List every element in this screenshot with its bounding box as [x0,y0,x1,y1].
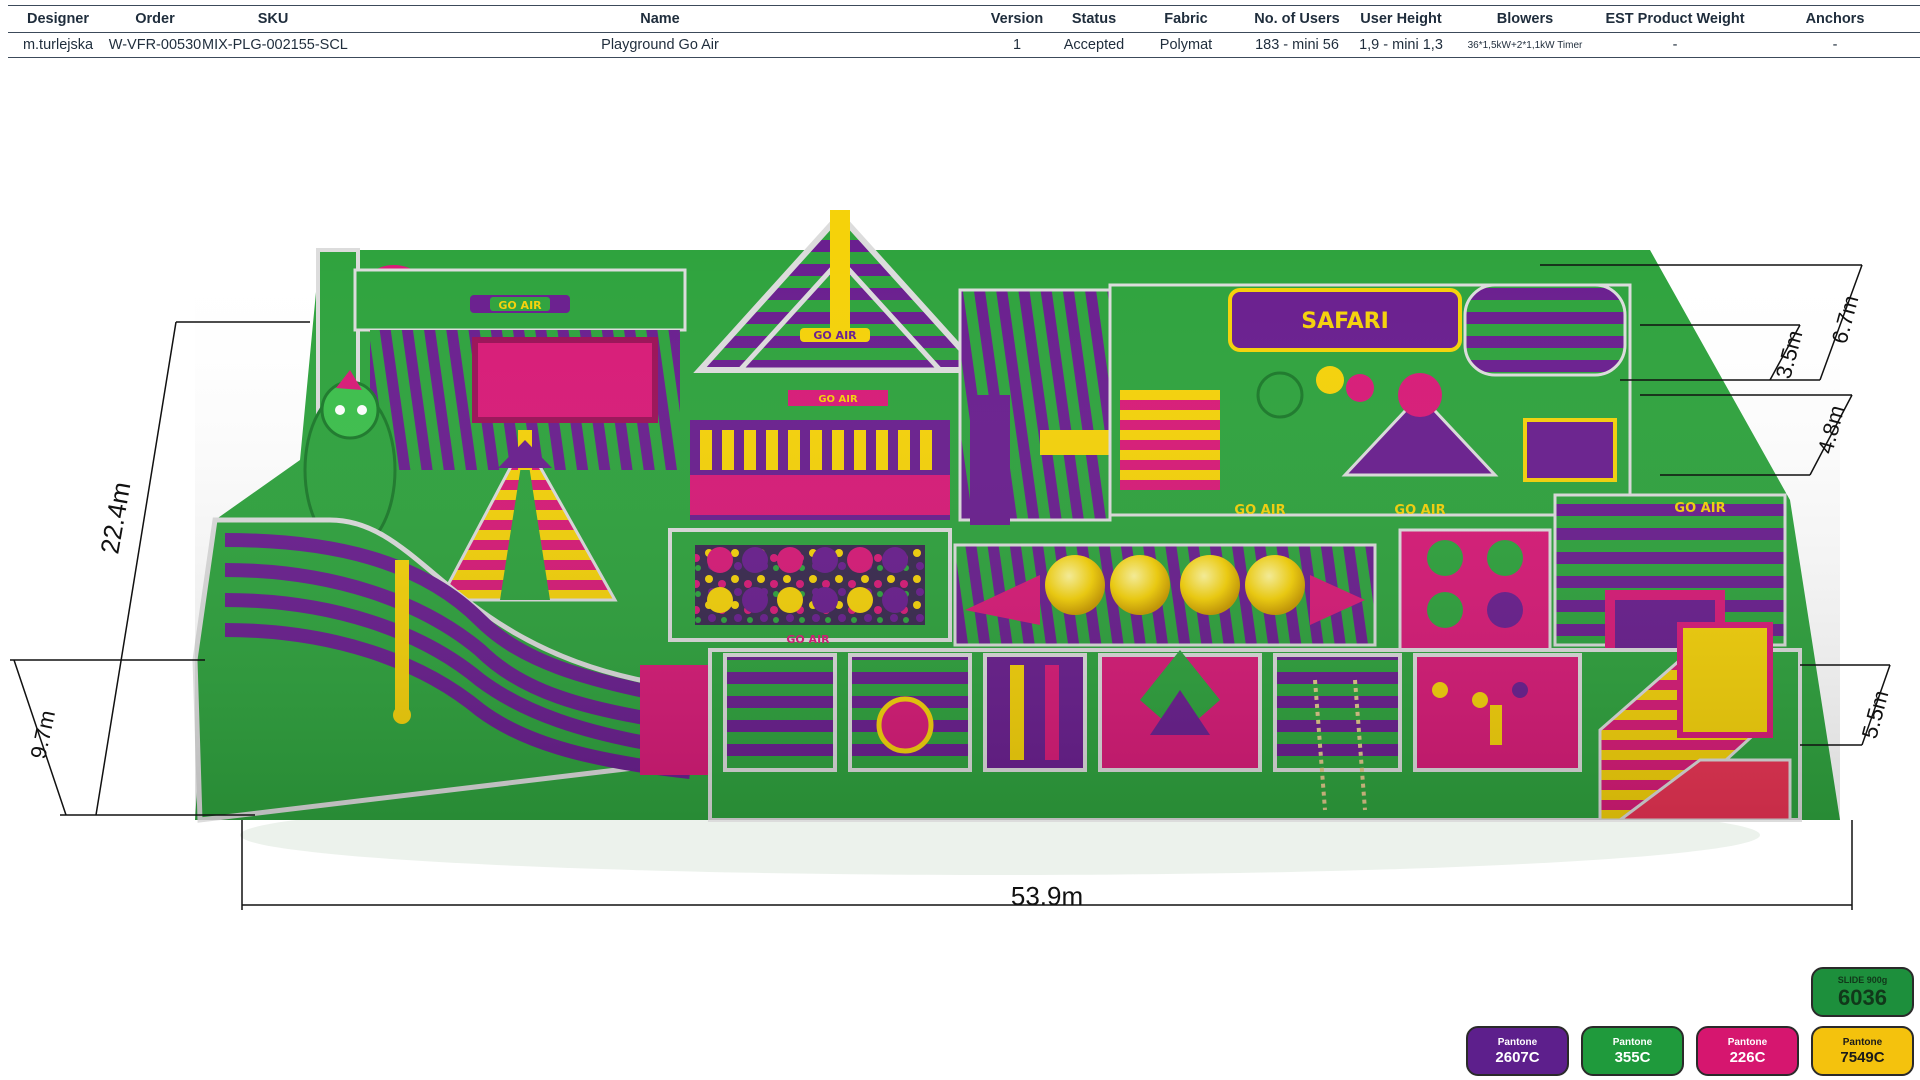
dim-height-b: 4.8m [1813,403,1850,457]
sign-corridor-2: GO AIR [1394,503,1445,518]
bay-1 [723,653,837,772]
header-sku: SKU [257,11,289,27]
cell-blowers: 36*1,5kW+2*1,1kW Timer [1467,39,1583,51]
pantone-code: 2607C [1495,1049,1540,1066]
header-blowers: Blowers [1496,11,1554,27]
header-status: Status [1071,11,1117,27]
sign-ball-pit: GO AIR [786,633,830,646]
dim-height-c: 5.5m [1857,688,1894,742]
front-row [708,622,1802,822]
pantone-swatch-yellow: Pantone 7549C [1811,1026,1914,1076]
slide-fabric-swatch: SLIDE 900g 6036 [1811,967,1914,1017]
sign-pyramid: GO AIR [813,329,857,342]
cell-users: 183 - mini 56 [1255,37,1339,53]
cell-sku: MIX-PLG-002155-SCL [202,37,348,53]
spec-table: Designer Order SKU Name Version Status F… [8,5,1920,58]
pantone-label: Pantone [1842,1037,1883,1048]
slide-swatch-code: 6036 [1838,985,1887,1010]
pink-trampoline [472,337,658,423]
sign-corridor-1: GO AIR [1234,503,1285,518]
sign-left-room: GO AIR [498,299,542,312]
cell-version: 1 [1012,37,1022,53]
cell-name: Playground Go Air [601,37,719,53]
slide-swatch-label: SLIDE 900g [1837,975,1888,985]
pantone-label: Pantone [1497,1037,1538,1048]
pantone-code: 226C [1729,1049,1766,1066]
green-tree-character [1256,371,1304,419]
dim-side-height: 9.7m [25,708,60,761]
pantone-label: Pantone [1612,1037,1653,1048]
cell-anchors: - [1832,37,1838,53]
pantone-code: 355C [1614,1049,1651,1066]
header-fabric: Fabric [1164,11,1208,27]
pantone-label: Pantone [1727,1037,1768,1048]
spec-header-row: Designer Order SKU Name Version Status F… [8,5,1920,33]
pantone-swatch-purple: Pantone 2607C [1466,1026,1569,1076]
cell-weight: - [1672,37,1678,53]
dim-width: 22.4m [94,480,136,556]
header-version: Version [990,11,1044,27]
pantone-swatch-pink: Pantone 226C [1696,1026,1799,1076]
header-designer: Designer [26,11,90,27]
cell-status: Accepted [1063,37,1125,53]
pantone-code: 7549C [1840,1049,1885,1066]
sign-corridor-3: GO AIR [1674,501,1725,516]
dim-height-a: 3.5m [1771,328,1808,382]
sign-pillars: GO AIR [818,394,858,405]
header-name: Name [640,11,680,27]
header-order: Order [135,11,175,27]
header-anchors: Anchors [1805,11,1865,27]
bay-3 [983,653,1087,772]
cell-fabric: Polymat [1159,37,1213,53]
bay-5 [1273,653,1402,772]
dim-length: 53.9m [1011,881,1083,911]
header-weight: EST Product Weight [1605,11,1745,27]
cell-designer: m.turlejska [22,37,94,53]
spec-data-row: m.turlejska W-VFR-00530 MIX-PLG-002155-S… [8,33,1920,58]
header-user-height: User Height [1360,11,1442,27]
pink-pad-area [1398,528,1552,652]
cell-user-height: 1,9 - mini 1,3 [1359,37,1443,53]
playground-render: SAFARI GO AIR GO AIR GO AIR GO AIR GO AI… [10,210,1894,911]
dim-height-max: 6.7m [1827,293,1864,347]
spinner-disc [876,696,934,754]
pantone-swatch-green: Pantone 355C [1581,1026,1684,1076]
header-users: No. of Users [1254,11,1340,27]
safari-sign: SAFARI [1301,309,1389,334]
cell-order: W-VFR-00530 [108,37,202,53]
